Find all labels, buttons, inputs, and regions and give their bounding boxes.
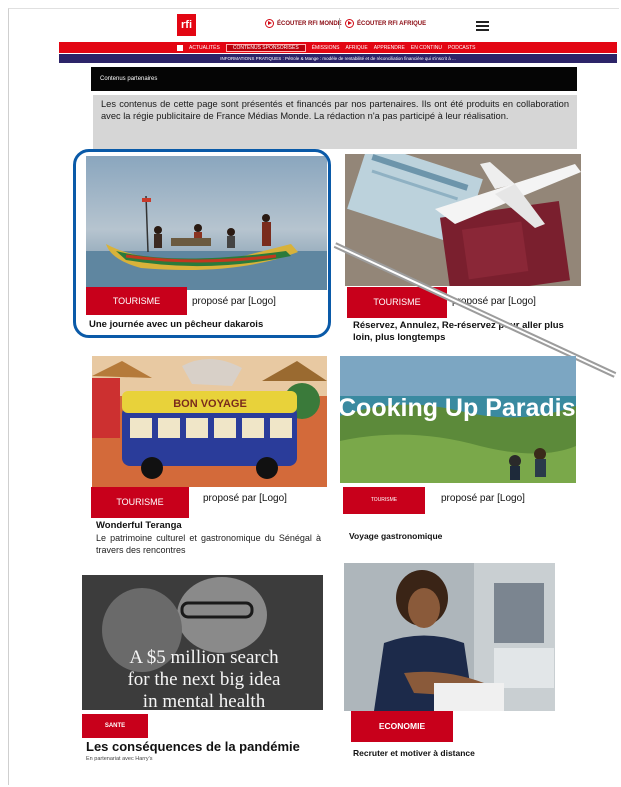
category-badge[interactable]: TOURISME <box>91 487 189 518</box>
card-image-economie[interactable] <box>344 563 555 711</box>
header-separator <box>339 18 340 29</box>
article-title[interactable]: Voyage gastronomique <box>349 530 569 542</box>
hamburger-menu-icon[interactable] <box>476 21 489 33</box>
partner-label: proposé par [Logo] <box>203 493 287 504</box>
play-icon <box>265 19 274 28</box>
rfi-logo[interactable]: rfi <box>177 14 196 36</box>
listen-rfi-afrique-label: ÉCOUTER RFI AFRIQUE <box>357 20 427 27</box>
nav-item-emissions[interactable]: ÉMISSIONS <box>312 45 340 51</box>
nav-item-afrique[interactable]: AFRIQUE <box>346 45 368 51</box>
article-title[interactable]: Recruter et motiver à distance <box>353 747 573 759</box>
nav-item-contenus-sponsorises[interactable]: CONTENUS SPONSORISÉS <box>225 43 306 52</box>
play-icon <box>345 19 354 28</box>
category-badge[interactable]: SANTE <box>82 714 148 738</box>
card-image-cooking-up-paradis[interactable]: Cooking Up Paradis <box>340 356 576 483</box>
news-ticker[interactable]: INFORMATIONS PRATIQUES : Pétrole & Mange… <box>59 54 617 63</box>
category-badge[interactable]: ECONOMIE <box>351 711 453 742</box>
category-badge[interactable]: TOURISME <box>343 487 425 514</box>
nav-item-en-continu[interactable]: EN CONTINU <box>411 45 442 51</box>
main-nav: ACTUALITÉS CONTENUS SPONSORISÉS ÉMISSION… <box>59 42 617 53</box>
partner-label: proposé par [Logo] <box>441 493 525 504</box>
image-caption-text: BON VOYAGE <box>173 398 247 410</box>
listen-rfi-monde-label: ÉCOUTER RFI MONDE <box>277 20 342 27</box>
card-image-bon-voyage[interactable]: BON VOYAGE <box>92 356 327 487</box>
nav-item-apprendre[interactable]: APPRENDRE <box>374 45 405 51</box>
home-icon[interactable] <box>177 44 183 51</box>
card-image-mental-health[interactable]: A $5 million search for the next big ide… <box>82 575 323 710</box>
site-header: rfi ÉCOUTER RFI MONDE ÉCOUTER RFI AFRIQU… <box>0 0 621 40</box>
image-headline-line-2: for the next big idea <box>127 669 281 690</box>
article-title[interactable]: Les conséquences de la pandémie <box>86 739 300 754</box>
article-title[interactable]: Wonderful Teranga <box>96 520 326 532</box>
listen-rfi-afrique-button[interactable]: ÉCOUTER RFI AFRIQUE <box>345 19 426 28</box>
partner-label: En partenariat avec Harry's <box>86 756 153 762</box>
section-header: Contenus partenaires <box>91 67 577 91</box>
nav-item-actualites[interactable]: ACTUALITÉS <box>189 45 220 51</box>
image-headline-line-1: A $5 million search <box>129 647 279 668</box>
selection-highlight <box>73 149 331 338</box>
image-caption-text: Cooking Up Paradis <box>340 394 576 422</box>
image-headline-line-3: in mental health <box>143 691 266 710</box>
nav-item-podcasts[interactable]: PODCASTS <box>448 45 476 51</box>
listen-rfi-monde-button[interactable]: ÉCOUTER RFI MONDE <box>265 19 342 28</box>
partner-disclaimer: Les contenus de cette page sont présenté… <box>93 95 577 149</box>
article-description: Le patrimoine culturel et gastronomique … <box>96 533 321 555</box>
